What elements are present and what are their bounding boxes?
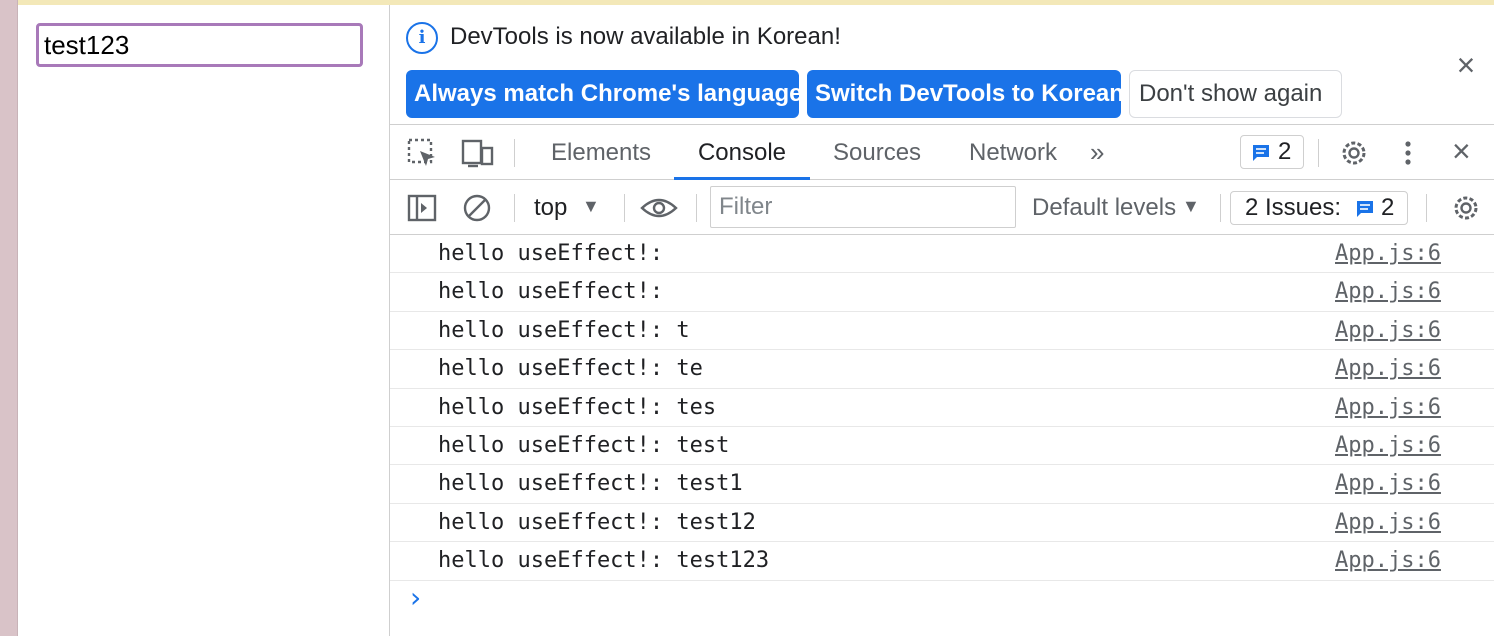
messages-badge[interactable]: 2 bbox=[1240, 135, 1304, 169]
more-tabs-icon[interactable]: » bbox=[1090, 125, 1104, 180]
settings-gear-icon[interactable] bbox=[1338, 137, 1370, 169]
toolbar-separator bbox=[696, 194, 697, 222]
console-message: hello useEffect!: t bbox=[438, 317, 690, 343]
live-expression-eye-icon[interactable] bbox=[640, 192, 678, 224]
text-input[interactable] bbox=[36, 23, 363, 67]
context-dropdown-icon[interactable]: ▼ bbox=[582, 196, 600, 217]
console-row: hello useEffect!: t App.js:6 bbox=[390, 312, 1494, 351]
sidebar-toggle-icon[interactable] bbox=[406, 192, 438, 224]
source-link[interactable]: App.js:6 bbox=[1335, 356, 1441, 381]
console-row: hello useEffect!: tes App.js:6 bbox=[390, 389, 1494, 427]
issues-count: 2 bbox=[1381, 194, 1395, 221]
page-viewport bbox=[18, 5, 389, 636]
toolbar-separator bbox=[514, 194, 515, 222]
messages-count: 2 bbox=[1278, 138, 1292, 165]
tab-elements[interactable]: Elements bbox=[551, 125, 651, 180]
console-settings-gear-icon[interactable] bbox=[1450, 192, 1482, 224]
issues-label: 2 Issues: bbox=[1245, 194, 1342, 221]
console-message: hello useEffect!: tes bbox=[438, 394, 717, 420]
console-row: hello useEffect!: App.js:6 bbox=[390, 273, 1494, 312]
tab-console[interactable]: Console bbox=[674, 125, 810, 180]
language-infobar: i DevTools is now available in Korean! A… bbox=[390, 5, 1494, 125]
dont-show-again-button[interactable]: Don't show again bbox=[1129, 70, 1342, 118]
source-link[interactable]: App.js:6 bbox=[1335, 548, 1441, 573]
close-infobar-icon[interactable]: × bbox=[1450, 49, 1482, 81]
console-row: hello useEffect!: test App.js:6 bbox=[390, 427, 1494, 466]
source-link[interactable]: App.js:6 bbox=[1335, 241, 1441, 266]
toolbar-separator bbox=[1426, 194, 1427, 222]
console-row: hello useEffect!: test1 App.js:6 bbox=[390, 465, 1494, 504]
console-message: hello useEffect!: test1 bbox=[438, 471, 743, 497]
issues-button[interactable]: 2 Issues: 2 bbox=[1230, 191, 1408, 225]
console-message: hello useEffect!: test123 bbox=[438, 548, 770, 574]
source-link[interactable]: App.js:6 bbox=[1335, 433, 1441, 458]
console-message: hello useEffect!: bbox=[438, 279, 677, 305]
clear-console-icon[interactable] bbox=[461, 192, 493, 224]
device-toolbar-icon[interactable] bbox=[460, 137, 496, 169]
source-link[interactable]: App.js:6 bbox=[1335, 279, 1441, 304]
inspect-element-icon[interactable] bbox=[406, 137, 438, 169]
chevron-right-icon[interactable]: › bbox=[410, 581, 421, 614]
source-link[interactable]: App.js:6 bbox=[1335, 395, 1441, 420]
console-message: hello useEffect!: test12 bbox=[438, 509, 756, 535]
devtools-tabbar: Elements Console Sources Network » 2 × bbox=[390, 125, 1494, 180]
context-selector[interactable]: top bbox=[534, 180, 567, 235]
console-row: hello useEffect!: test12 App.js:6 bbox=[390, 504, 1494, 543]
console-row: hello useEffect!: test123 App.js:6 bbox=[390, 542, 1494, 581]
tabbar-separator bbox=[514, 139, 515, 167]
console-message: hello useEffect!: test bbox=[438, 432, 730, 458]
infobar-message: DevTools is now available in Korean! bbox=[450, 23, 841, 50]
window-left-edge bbox=[0, 0, 18, 636]
source-link[interactable]: App.js:6 bbox=[1335, 510, 1441, 535]
message-icon bbox=[1253, 145, 1269, 161]
toolbar-separator bbox=[1220, 194, 1221, 222]
toolbar-separator bbox=[624, 194, 625, 222]
levels-dropdown-icon[interactable]: ▼ bbox=[1182, 196, 1200, 217]
more-options-icon[interactable] bbox=[1398, 137, 1418, 169]
log-levels-dropdown[interactable]: Default levels bbox=[1032, 180, 1176, 235]
devtools-panel: i DevTools is now available in Korean! A… bbox=[390, 5, 1494, 636]
source-link[interactable]: App.js:6 bbox=[1335, 318, 1441, 343]
tab-network[interactable]: Network bbox=[969, 125, 1057, 180]
close-devtools-icon[interactable]: × bbox=[1452, 133, 1471, 170]
console-row: hello useEffect!: App.js:6 bbox=[390, 235, 1494, 274]
tabbar-separator bbox=[1318, 139, 1319, 167]
console-row: hello useEffect!: te App.js:6 bbox=[390, 350, 1494, 389]
console-message: hello useEffect!: bbox=[438, 241, 677, 266]
source-link[interactable]: App.js:6 bbox=[1335, 471, 1441, 496]
issue-message-icon bbox=[1357, 201, 1373, 217]
console-message: hello useEffect!: te bbox=[438, 356, 703, 382]
console-log: hello useEffect!: App.js:6 hello useEffe… bbox=[390, 235, 1494, 614]
filter-input[interactable] bbox=[710, 186, 1016, 228]
switch-to-korean-button[interactable]: Switch DevTools to Korean bbox=[807, 70, 1124, 118]
always-match-language-button[interactable]: Always match Chrome's language bbox=[406, 70, 803, 118]
tab-sources[interactable]: Sources bbox=[833, 125, 921, 180]
console-toolbar: top ▼ Default levels ▼ 2 Issues: 2 bbox=[390, 180, 1494, 235]
info-icon: i bbox=[406, 22, 438, 54]
